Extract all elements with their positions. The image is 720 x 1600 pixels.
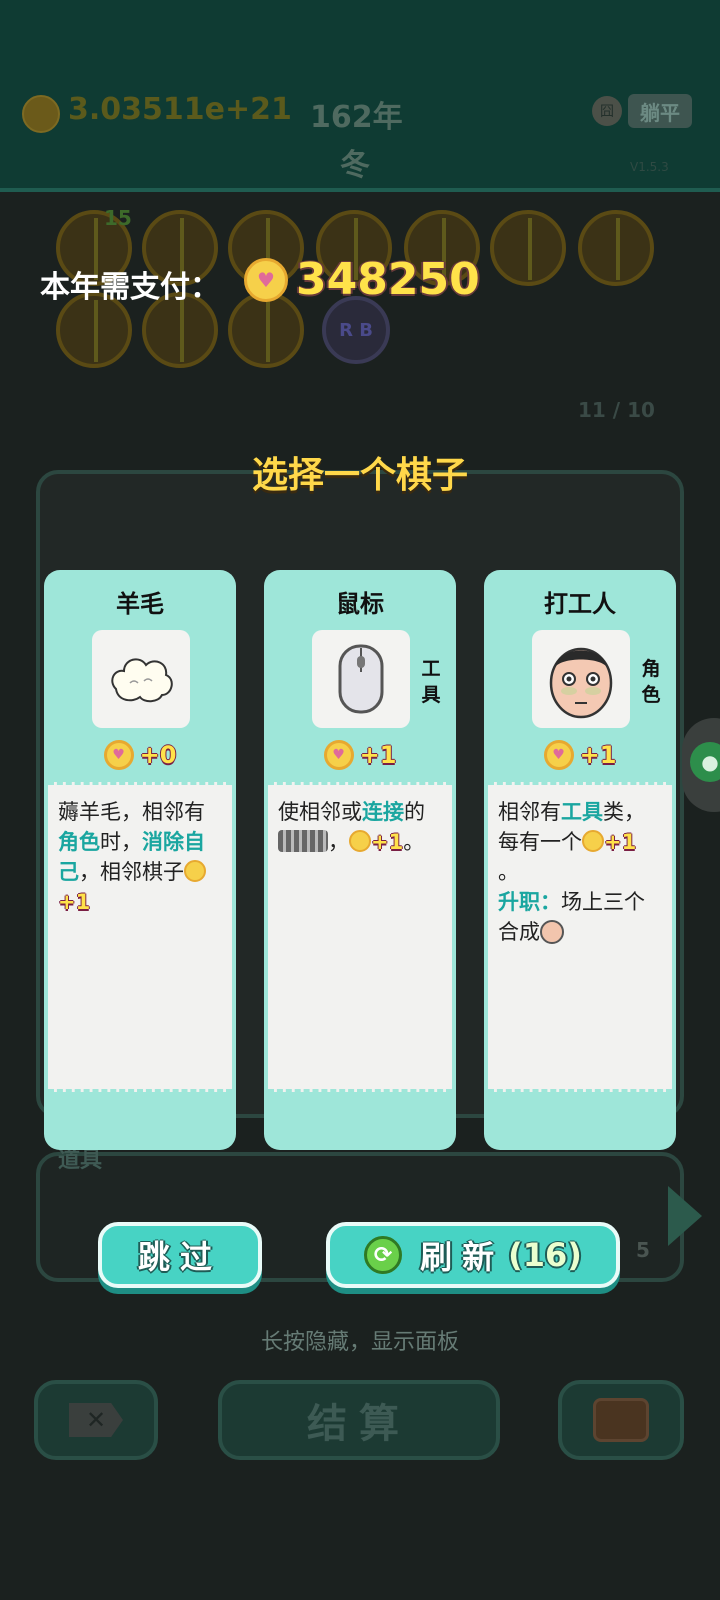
gain-value: +1 — [359, 741, 397, 769]
card-name: 羊毛 — [116, 590, 164, 618]
desc-highlight: 工具 — [561, 800, 603, 824]
rgb-piece: R B — [322, 296, 390, 364]
card-gain: ♥ +1 — [484, 740, 676, 770]
piece-count-badge: 15 — [104, 206, 132, 230]
season-label: 冬 — [340, 148, 370, 183]
tray-count: 5 — [636, 1238, 650, 1262]
hide-panel-hint: 长按隐藏，显示面板 — [260, 1330, 459, 1355]
desc-plus: +1 — [58, 890, 91, 914]
card-name: 打工人 — [544, 590, 616, 618]
desc-text: 使相邻或 — [278, 800, 362, 824]
money-coin-icon — [22, 95, 60, 133]
face-icon: 囧 — [592, 96, 622, 126]
heart-coin-icon — [184, 860, 206, 882]
pay-amount: 348250 — [296, 254, 480, 305]
desc-highlight: 角色 — [58, 830, 100, 854]
settle-label: 结算 — [307, 1401, 411, 1447]
desc-text: 时， — [100, 830, 142, 854]
version-text: V1.5.3 — [630, 160, 669, 174]
settle-button[interactable]: 结算 — [218, 1380, 500, 1460]
desc-text: 。 — [498, 860, 519, 884]
heart-coin-icon: ♥ — [543, 740, 574, 770]
heart-coin-icon — [349, 830, 371, 852]
lie-flat-button[interactable]: 躺平 — [628, 94, 692, 128]
card-description: 相邻有工具类，每有一个 +1。升职：场上三个合成 — [488, 782, 672, 1092]
heart-coin-icon: ♥ — [103, 740, 134, 770]
desc-highlight: 连接 — [362, 800, 404, 824]
worker-face-icon — [540, 920, 564, 944]
skip-label: 跳过 — [137, 1238, 222, 1276]
choose-piece-title: 选择一个棋子 — [251, 455, 468, 496]
card-category-tag: 角色 — [641, 658, 661, 706]
desc-text: 。 — [403, 830, 425, 854]
delete-button[interactable]: ✕ — [34, 1380, 158, 1460]
delete-x-icon: ✕ — [69, 1403, 123, 1437]
desc-text: 相邻有 — [498, 800, 561, 824]
refresh-icon: ⟳ — [364, 1236, 403, 1274]
wool-icon — [92, 630, 190, 728]
gain-value: +1 — [579, 741, 617, 769]
worker-face-icon — [532, 630, 630, 728]
refresh-button[interactable]: ⟳ 刷新 (16) — [326, 1222, 620, 1288]
heart-coin-icon: ♥ — [323, 740, 354, 770]
refresh-label: 刷新 — [420, 1238, 505, 1276]
piece-slot — [228, 292, 304, 368]
card-gain: ♥ +1 — [264, 740, 456, 770]
money-value: 3.03511e+21 — [68, 92, 292, 127]
piece-slot — [578, 210, 654, 286]
refresh-count: (16) — [508, 1236, 582, 1274]
desc-text: ， — [328, 830, 349, 854]
desc-plus: +1 — [604, 830, 637, 854]
tray-next-arrow-icon[interactable] — [668, 1186, 702, 1246]
gain-value: +0 — [139, 741, 177, 769]
card-description: 使相邻或连接的 ， +1。 — [268, 782, 452, 1092]
mouse-icon — [312, 630, 410, 728]
piece-card-worker[interactable]: 打工人 角色 ♥ +1 相邻有工具类，每有一个 +1。升职：场上三个合成 — [484, 570, 676, 1150]
card-name: 鼠标 — [336, 590, 384, 618]
card-category-tag: 工具 — [421, 658, 441, 706]
keyboard-icon — [278, 830, 328, 852]
piece-slot — [490, 210, 566, 286]
board-count: 11 / 10 — [578, 398, 655, 422]
briefcase-icon — [593, 1398, 649, 1442]
year-label: 162年 — [310, 100, 403, 135]
piece-card-wool[interactable]: 羊毛 ♥ +0 薅羊毛，相邻有角色时，消除自己，相邻棋子 +1 — [44, 570, 236, 1150]
pay-label: 本年需支付： — [40, 270, 220, 305]
card-gain: ♥ +0 — [44, 740, 236, 770]
card-description: 薅羊毛，相邻有角色时，消除自己，相邻棋子 +1 — [48, 782, 232, 1092]
desc-text: 的 — [404, 800, 425, 824]
piece-card-mouse[interactable]: 鼠标 工具 ♥ +1 使相邻或连接的， +1。 — [264, 570, 456, 1150]
skip-button[interactable]: 跳过 — [98, 1222, 262, 1288]
desc-text: 薅羊毛，相邻有 — [58, 800, 205, 824]
heart-coin-icon — [582, 830, 604, 852]
backpack-button[interactable] — [558, 1380, 684, 1460]
heart-coin-icon: ♥ — [244, 258, 288, 302]
desc-highlight: 升职： — [498, 890, 561, 914]
desc-plus: +1 — [371, 830, 404, 854]
desc-text: ，相邻棋子 — [79, 860, 184, 884]
